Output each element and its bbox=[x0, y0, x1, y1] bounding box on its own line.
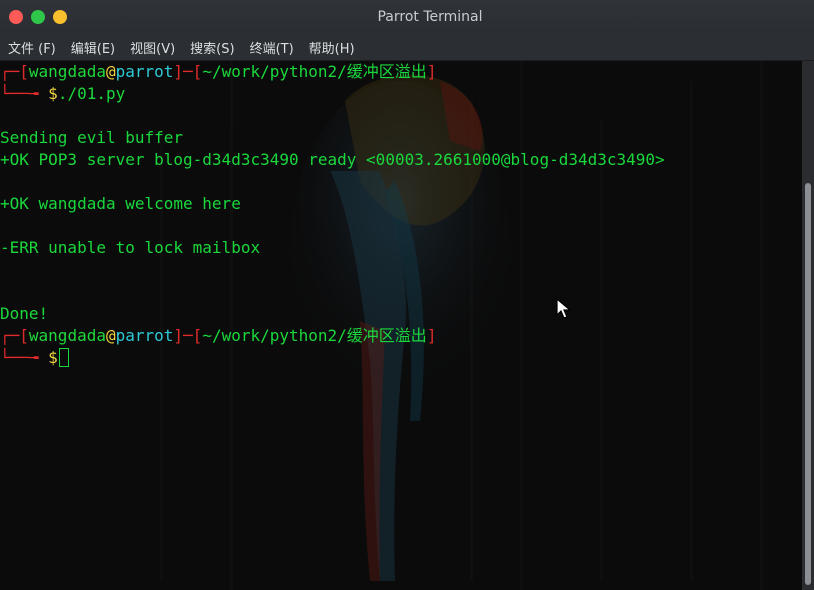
prompt-separator: ]─[ bbox=[173, 62, 203, 81]
output-line-3: +OK wangdada welcome here bbox=[0, 194, 241, 213]
scrollbar-thumb[interactable] bbox=[805, 183, 811, 585]
prompt-close: ] bbox=[426, 326, 437, 345]
menu-search[interactable]: 搜索(S) bbox=[182, 38, 241, 57]
window-title: Parrot Terminal bbox=[377, 9, 483, 25]
prompt-path: ~/work/python2/缓冲区溢出 bbox=[202, 62, 427, 81]
prompt-box-top: ┌─[ bbox=[0, 326, 29, 345]
command-line: └──╼ $./01.py bbox=[0, 83, 125, 105]
prompt-line-1: ┌─[wangdada@parrot]─[~/work/python2/缓冲区溢… bbox=[0, 61, 436, 83]
text-cursor bbox=[58, 348, 69, 367]
menu-bar: 文件 (F) 编辑(E) 视图(V) 搜索(S) 终端(T) 帮助(H) bbox=[0, 34, 814, 61]
prompt-host: parrot bbox=[115, 62, 174, 81]
active-command-line[interactable]: └──╼ $ bbox=[0, 347, 69, 369]
mouse-pointer-icon bbox=[556, 298, 572, 319]
prompt-host: parrot bbox=[115, 326, 174, 345]
output-line-1: Sending evil buffer bbox=[0, 128, 184, 147]
prompt-dollar: $ bbox=[48, 84, 58, 103]
prompt-separator: ]─[ bbox=[173, 326, 203, 345]
prompt-at: @ bbox=[105, 62, 116, 81]
prompt-user: wangdada bbox=[28, 62, 106, 81]
menu-edit[interactable]: 编辑(E) bbox=[63, 38, 122, 57]
output-line-4: -ERR unable to lock mailbox bbox=[0, 238, 261, 257]
title-bar: Parrot Terminal bbox=[0, 0, 814, 34]
menu-view[interactable]: 视图(V) bbox=[122, 38, 182, 57]
prompt-close: ] bbox=[426, 62, 437, 81]
prompt-line-2: ┌─[wangdada@parrot]─[~/work/python2/缓冲区溢… bbox=[0, 325, 436, 347]
prompt-box-bottom: └──╼ bbox=[0, 84, 49, 103]
output-line-2: +OK POP3 server blog-d34d3c3490 ready <0… bbox=[0, 150, 665, 169]
command-text: ./01.py bbox=[57, 84, 126, 103]
prompt-user: wangdada bbox=[28, 326, 106, 345]
terminal-area[interactable]: ┌─[wangdada@parrot]─[~/work/python2/缓冲区溢… bbox=[0, 61, 802, 590]
prompt-dollar: $ bbox=[48, 348, 58, 367]
menu-help[interactable]: 帮助(H) bbox=[301, 38, 362, 57]
prompt-path: ~/work/python2/缓冲区溢出 bbox=[202, 326, 427, 345]
prompt-box-bottom: └──╼ bbox=[0, 348, 49, 367]
prompt-at: @ bbox=[105, 326, 116, 345]
prompt-box-top: ┌─[ bbox=[0, 62, 29, 81]
menu-terminal[interactable]: 终端(T) bbox=[242, 38, 301, 57]
menu-file[interactable]: 文件 (F) bbox=[0, 38, 63, 57]
output-line-5: Done! bbox=[0, 304, 49, 323]
vertical-scrollbar[interactable] bbox=[802, 61, 814, 590]
